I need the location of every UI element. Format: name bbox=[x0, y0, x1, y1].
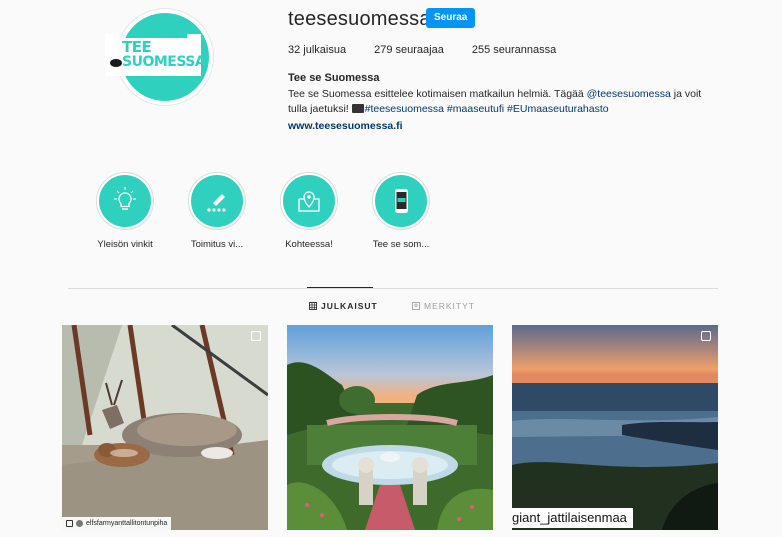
bio-mention-link[interactable]: @teesesuomessa bbox=[587, 88, 671, 100]
avatar-mini-icon bbox=[76, 520, 83, 527]
post-image-garden bbox=[287, 325, 493, 530]
lightbulb-icon bbox=[114, 187, 136, 210]
stat-followers[interactable]: 279 seuraajaa bbox=[374, 44, 444, 56]
heart-logo-icon bbox=[110, 59, 122, 67]
bio-line2-a: tulla jaetuksi! bbox=[288, 103, 352, 115]
bio-name: Tee se Suomessa bbox=[288, 72, 380, 84]
repost-icon bbox=[66, 520, 73, 527]
multiple-posts-icon bbox=[251, 331, 261, 341]
website-link[interactable]: www.teesesuomessa.fi bbox=[288, 120, 403, 132]
grid-icon bbox=[309, 302, 317, 310]
logo-text: TEE SUOMESSA bbox=[122, 40, 206, 70]
post-overlay-text: elfsfarmyanttallitontunpiha bbox=[86, 520, 168, 527]
profile-avatar-wrap: TEE SUOMESSA bbox=[93, 5, 223, 109]
pencil-stars-icon bbox=[207, 194, 226, 212]
tab-posts-label: JULKAISUT bbox=[321, 301, 378, 311]
highlight-item[interactable]: Kohteessa! bbox=[264, 172, 354, 250]
profile-stats: 32 julkaisua 279 seuraajaa 255 seurannas… bbox=[288, 44, 556, 56]
profile-username: teesesuomessa bbox=[288, 8, 431, 30]
highlight-label: Yleisön vinkit bbox=[97, 239, 153, 250]
post-caption-overlay: elfsfarmyanttallitontunpiha bbox=[62, 517, 172, 530]
bio-text: Tee se Suomessa esittelee kotimaisen mat… bbox=[288, 87, 728, 117]
highlight-circle bbox=[280, 172, 338, 230]
post-thumbnail[interactable]: elfsfarmyanttallitontunpiha bbox=[62, 325, 268, 530]
highlight-label: Kohteessa! bbox=[285, 239, 333, 250]
post-thumbnail[interactable] bbox=[287, 325, 493, 530]
post-thumbnail[interactable]: giant_jattilaisenmaa bbox=[512, 325, 718, 530]
tab-posts[interactable]: JULKAISUT bbox=[309, 301, 378, 311]
highlight-item[interactable]: Yleisön vinkit bbox=[80, 172, 170, 250]
highlight-circle bbox=[372, 172, 430, 230]
tabs-divider bbox=[68, 288, 718, 289]
tab-tagged-label: MERKITYT bbox=[424, 301, 475, 311]
phone-icon bbox=[395, 189, 408, 213]
post-caption-overlay: giant_jattilaisenmaa bbox=[512, 508, 633, 528]
highlight-circle bbox=[96, 172, 154, 230]
highlight-label: Toimitus vi... bbox=[190, 239, 244, 250]
highlight-item[interactable]: Tee se som... bbox=[356, 172, 446, 250]
stat-following[interactable]: 255 seurannassa bbox=[472, 44, 556, 56]
tab-tagged[interactable]: MERKITYT bbox=[412, 301, 475, 311]
camera-emoji-icon bbox=[351, 104, 364, 113]
logo-line2: SUOMESSA bbox=[122, 54, 206, 70]
brand-logo: TEE SUOMESSA bbox=[105, 32, 206, 78]
highlight-label: Tee se som... bbox=[372, 239, 430, 250]
post-image-deer bbox=[62, 325, 268, 530]
active-tab-indicator bbox=[307, 287, 373, 288]
follow-button[interactable]: Seuraa bbox=[426, 8, 476, 28]
stat-posts: 32 julkaisua bbox=[288, 44, 347, 56]
post-image-sunset bbox=[512, 325, 718, 530]
highlight-circle bbox=[188, 172, 246, 230]
highlight-item[interactable]: Toimitus vi... bbox=[172, 172, 262, 250]
bio-line1-a: Tee se Suomessa esittelee kotimaisen mat… bbox=[288, 88, 587, 100]
map-pin-icon bbox=[298, 191, 320, 212]
tagged-icon bbox=[412, 302, 420, 310]
bio-hashtags[interactable]: #teesesuomessa #maaseutufi #EUmaaseutura… bbox=[365, 103, 609, 115]
bio-line1-b: ja voit bbox=[670, 88, 702, 100]
multiple-posts-icon bbox=[701, 331, 711, 341]
